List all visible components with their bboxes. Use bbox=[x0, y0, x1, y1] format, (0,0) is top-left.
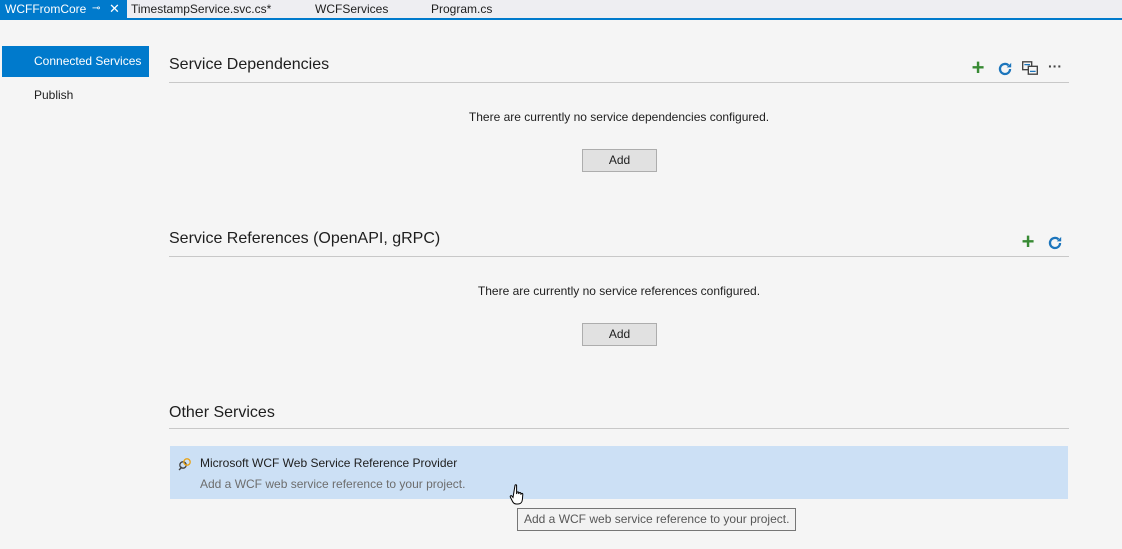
service-references-title: Service References (OpenAPI, gRPC) bbox=[169, 230, 441, 247]
hand-cursor-icon bbox=[509, 484, 524, 505]
pin-icon[interactable]: ⊸ bbox=[92, 0, 100, 18]
add-service-reference-button[interactable]: Add bbox=[582, 323, 657, 346]
nav-item-publish[interactable]: Publish bbox=[2, 80, 149, 111]
tab-timestampservice[interactable]: TimestampService.svc.cs* bbox=[131, 0, 271, 18]
more-options-icon[interactable]: ··· bbox=[1046, 58, 1064, 76]
add-service-dependency-button[interactable]: Add bbox=[582, 149, 657, 172]
nav-item-connected-services[interactable]: Connected Services bbox=[2, 46, 149, 77]
tab-label: Program.cs bbox=[431, 2, 493, 16]
tab-label: WCFServices bbox=[315, 2, 389, 16]
add-icon[interactable]: + bbox=[1019, 231, 1037, 253]
refresh-icon[interactable] bbox=[996, 60, 1014, 78]
tab-wcfservices[interactable]: WCFServices bbox=[315, 0, 388, 18]
section-divider bbox=[169, 82, 1069, 83]
other-services-title: Other Services bbox=[169, 404, 275, 421]
add-icon[interactable]: + bbox=[969, 57, 987, 79]
service-dependencies-empty-message: There are currently no service dependenc… bbox=[468, 110, 770, 124]
document-tab-bar: WCFFromCore ⊸ ✕ TimestampService.svc.cs*… bbox=[0, 0, 1122, 20]
tab-label: WCFFromCore bbox=[5, 2, 87, 16]
provider-description: Add a WCF web service reference to your … bbox=[200, 477, 466, 491]
nav-item-label: Connected Services bbox=[34, 54, 142, 68]
wcf-service-icon bbox=[178, 458, 191, 471]
refresh-icon[interactable] bbox=[1046, 234, 1064, 252]
nav-item-label: Publish bbox=[34, 88, 74, 102]
section-divider bbox=[169, 256, 1069, 257]
close-icon[interactable]: ✕ bbox=[109, 0, 120, 18]
provider-tooltip: Add a WCF web service reference to your … bbox=[517, 508, 797, 531]
tab-wcffromcore[interactable]: WCFFromCore ⊸ ✕ bbox=[0, 0, 127, 18]
service-dependencies-title: Service Dependencies bbox=[169, 56, 330, 73]
tab-program[interactable]: Program.cs bbox=[431, 0, 492, 18]
manage-connections-icon[interactable] bbox=[1021, 59, 1039, 77]
wcf-provider-list-item[interactable]: Microsoft WCF Web Service Reference Prov… bbox=[170, 446, 1068, 499]
tab-label: TimestampService.svc.cs* bbox=[131, 2, 272, 16]
provider-title: Microsoft WCF Web Service Reference Prov… bbox=[200, 456, 458, 470]
section-divider bbox=[169, 428, 1069, 429]
service-references-empty-message: There are currently no service reference… bbox=[477, 284, 761, 298]
